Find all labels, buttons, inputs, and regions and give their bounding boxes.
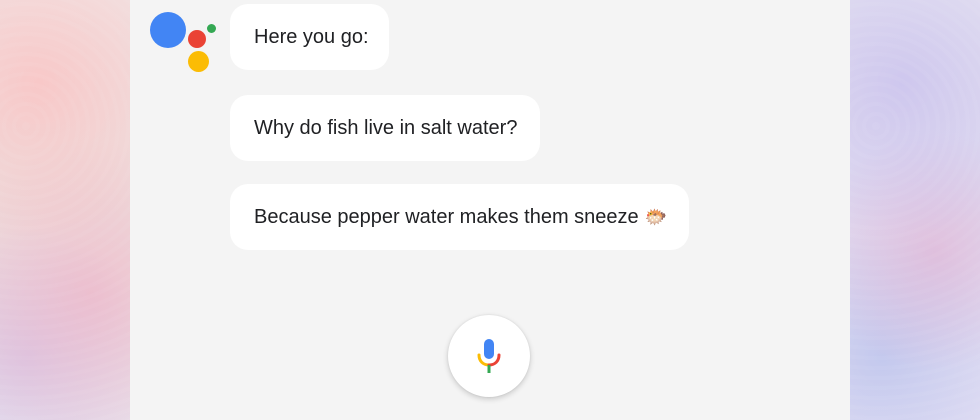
microphone-button[interactable] — [448, 315, 530, 397]
message-bubble: Because pepper water makes them sneeze 🐡 — [230, 184, 689, 250]
microphone-icon — [477, 339, 501, 373]
blowfish-emoji-icon: 🐡 — [644, 207, 668, 227]
message-text: Because pepper water makes them sneeze — [254, 205, 639, 228]
message-bubble[interactable]: Why do fish live in salt water? — [230, 95, 540, 161]
message-bubble: Here you go: — [230, 4, 389, 70]
background-left-decoration — [0, 0, 130, 420]
assistant-logo-icon — [150, 12, 220, 74]
logo-dot-blue — [150, 12, 186, 48]
background-right-decoration — [850, 0, 980, 420]
message-text: Why do fish live in salt water? — [254, 116, 518, 139]
logo-dot-red — [188, 30, 206, 48]
message-text: Here you go: — [254, 25, 369, 48]
logo-dot-yellow — [188, 51, 209, 72]
logo-dot-green — [207, 24, 216, 33]
